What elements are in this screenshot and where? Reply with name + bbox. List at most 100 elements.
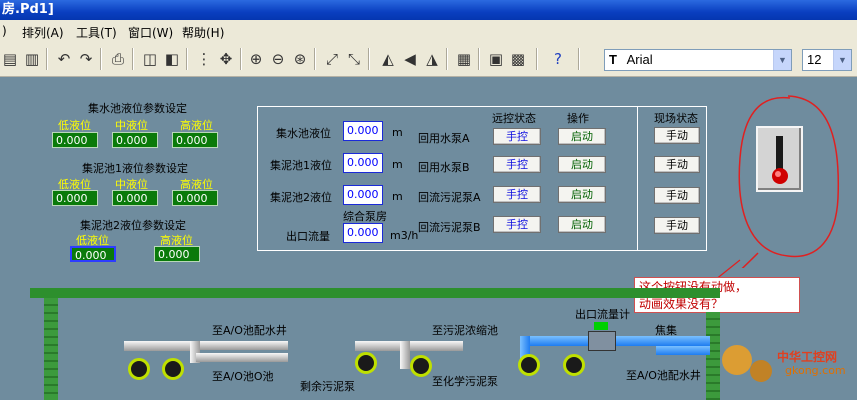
pump-icon	[128, 358, 150, 380]
send-back-icon[interactable]: ◧	[162, 49, 182, 69]
label-to-ao-well: 至A/O池配水井	[212, 324, 287, 337]
start-button[interactable]: 启动	[558, 128, 606, 145]
remote-manual-button[interactable]: 手控	[493, 186, 541, 203]
chevron-down-icon[interactable]: ▼	[773, 50, 791, 70]
sludge1-level-input[interactable]: 0.000	[343, 153, 383, 173]
sump-level-label: 集水池液位	[276, 127, 331, 140]
font-size-select[interactable]: 12 ▼	[802, 49, 852, 71]
sludge1-settings-title: 集泥池1液位参数设定	[82, 162, 188, 175]
watermark-url: gkong.com	[785, 364, 846, 377]
menu-item-partial[interactable]: )	[2, 24, 7, 38]
redo-icon[interactable]: ↷	[76, 49, 96, 69]
pump-icon	[162, 358, 184, 380]
wall-right	[706, 312, 720, 400]
remote-manual-button[interactable]: 手控	[493, 216, 541, 233]
field-status-header: 现场状态	[654, 112, 698, 125]
pump-label: 回用水泵B	[418, 161, 470, 174]
field-manual-button[interactable]: 手动	[654, 156, 700, 173]
image-icon[interactable]: ▩	[508, 49, 528, 69]
thermometer-switch-icon	[772, 136, 788, 184]
start-button[interactable]: 启动	[558, 186, 606, 203]
pump-label: 回用水泵A	[418, 132, 470, 145]
field-manual-button[interactable]: 手动	[654, 217, 700, 234]
pump-icon	[518, 354, 540, 376]
outlet-flow-input[interactable]: 0.000	[343, 223, 383, 243]
label-to-ao-o: 至A/O池O池	[212, 370, 274, 383]
menu-bar: ) 排列(A) 工具(T) 窗口(W) 帮助(H)	[0, 20, 857, 42]
zoom-in-icon[interactable]: ⊕	[246, 49, 266, 69]
pump-house-label: 综合泵房	[343, 210, 387, 223]
label-focus: 焦集	[655, 324, 677, 337]
remote-manual-button[interactable]: 手控	[493, 156, 541, 173]
sump-high-value[interactable]: 0.000	[172, 132, 218, 148]
font-name-value: Arial	[626, 52, 653, 67]
bring-front-icon[interactable]: ◫	[140, 49, 160, 69]
sludge1-level-label: 集泥池1液位	[270, 159, 332, 172]
field-manual-button[interactable]: 手动	[654, 127, 700, 144]
remote-manual-button[interactable]: 手控	[493, 128, 541, 145]
disconnect-icon[interactable]: ⤡	[344, 49, 364, 69]
operation-header: 操作	[567, 112, 589, 125]
sump-settings-title: 集水池液位参数设定	[88, 102, 187, 115]
callout-line-2: 动画效果没有？	[639, 297, 724, 311]
sump-mid-label: 中液位	[115, 119, 148, 132]
sludge2-level-input[interactable]: 0.000	[343, 185, 383, 205]
grid-icon[interactable]: ⋮	[194, 49, 214, 69]
sump-level-input[interactable]: 0.000	[343, 121, 383, 141]
unit-label: m3/h	[390, 229, 419, 242]
flip-horizontal-icon[interactable]: ◭	[378, 49, 398, 69]
help-pointer-icon[interactable]: ?	[548, 49, 568, 69]
sludge2-low-value[interactable]: 0.000	[70, 246, 116, 262]
pump-icon	[355, 352, 377, 374]
menu-item-help[interactable]: 帮助(H)	[182, 24, 224, 41]
sludge1-high-value[interactable]: 0.000	[172, 190, 218, 206]
flow-meter	[588, 331, 616, 351]
start-button[interactable]: 启动	[558, 156, 606, 173]
pump-label: 回流污泥泵B	[418, 221, 481, 234]
unit-label: m	[392, 190, 403, 203]
menu-item-arrange[interactable]: 排列(A)	[22, 24, 64, 41]
sludge2-level-label: 集泥池2液位	[270, 191, 332, 204]
paste-special-icon[interactable]: ▥	[22, 49, 42, 69]
label-to-ao-well-2: 至A/O池配水井	[626, 369, 701, 382]
pipe	[200, 341, 288, 350]
toggle-switch-button[interactable]	[756, 126, 803, 192]
font-name-select[interactable]: T Arial ▼	[604, 49, 792, 71]
paste-icon[interactable]: ▤	[0, 49, 20, 69]
toolbar: ▤ ▥ ↶ ↷ ⎙ ◫ ◧ ⋮ ✥ ⊕ ⊖ ⊛ ⤢ ⤡ ◭ ◀ ◮ ▦ ▣ ▩ …	[0, 42, 857, 77]
zoom-out-icon[interactable]: ⊖	[268, 49, 288, 69]
sludge1-low-value[interactable]: 0.000	[52, 190, 98, 206]
wall-left	[44, 298, 58, 400]
label-outlet-meter: 出口流量计	[575, 308, 630, 321]
properties-icon[interactable]: ▦	[454, 49, 474, 69]
sludge1-mid-value[interactable]: 0.000	[112, 190, 158, 206]
label-to-thickener: 至污泥浓缩池	[432, 324, 498, 337]
window-title: 房.Pd1]	[2, 2, 54, 17]
outlet-pipe	[656, 346, 710, 355]
print-icon[interactable]: ⎙	[108, 49, 128, 69]
pipe	[196, 353, 288, 362]
zoom-fit-icon[interactable]: ⊛	[290, 49, 310, 69]
undo-icon[interactable]: ↶	[54, 49, 74, 69]
gear-logo-icon	[750, 360, 772, 382]
field-manual-button[interactable]: 手动	[654, 187, 700, 204]
start-button[interactable]: 启动	[558, 216, 606, 233]
sump-mid-value[interactable]: 0.000	[112, 132, 158, 148]
remote-status-header: 远控状态	[492, 112, 536, 125]
book-icon[interactable]: ▣	[486, 49, 506, 69]
chevron-down-icon[interactable]: ▼	[833, 50, 851, 70]
pipe	[400, 341, 410, 369]
move-icon[interactable]: ✥	[216, 49, 236, 69]
sludge2-high-value[interactable]: 0.000	[154, 246, 200, 262]
pump-icon	[563, 354, 585, 376]
menu-item-window[interactable]: 窗口(W)	[128, 24, 173, 41]
menu-item-tools[interactable]: 工具(T)	[76, 24, 117, 41]
sump-low-value[interactable]: 0.000	[52, 132, 98, 148]
rotate-icon[interactable]: ◮	[422, 49, 442, 69]
font-size-value: 12	[807, 52, 822, 67]
sump-low-label: 低液位	[58, 119, 91, 132]
flip-left-icon[interactable]: ◀	[400, 49, 420, 69]
watermark-cn: 中华工控网	[777, 350, 838, 364]
sludge2-settings-title: 集泥池2液位参数设定	[80, 219, 186, 232]
connect-icon[interactable]: ⤢	[322, 49, 342, 69]
